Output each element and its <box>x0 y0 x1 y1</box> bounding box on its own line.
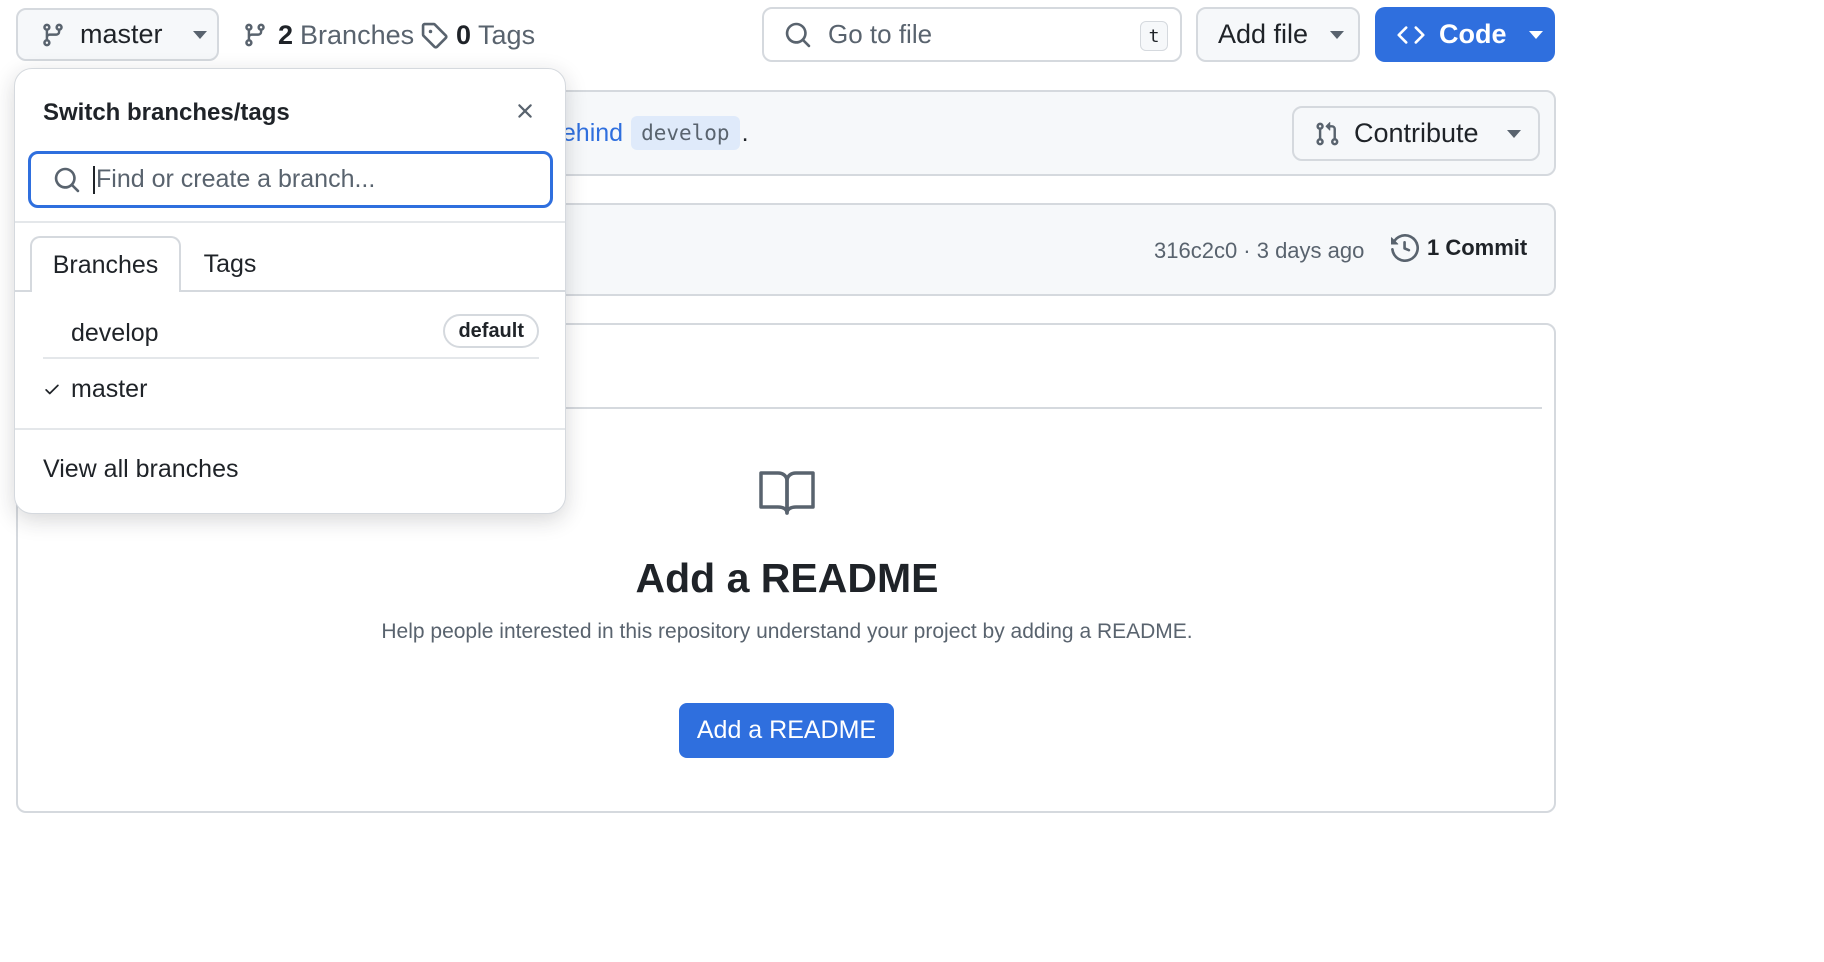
view-all-branches-link[interactable]: View all branches <box>43 455 238 484</box>
keyboard-shortcut-badge: t <box>1140 21 1168 51</box>
close-icon[interactable] <box>513 99 537 123</box>
tab-branches[interactable]: Branches <box>30 236 181 292</box>
tags-label: Tags <box>478 19 536 50</box>
code-button[interactable]: Code <box>1375 7 1555 62</box>
branches-count: 2 <box>278 19 294 50</box>
branch-filter-placeholder: Find or create a branch... <box>96 165 376 193</box>
code-label: Code <box>1439 19 1507 49</box>
book-icon <box>758 469 816 517</box>
compare-banner-text: behind develop . <box>548 116 749 150</box>
add-readme-button[interactable]: Add a README <box>679 703 894 758</box>
branch-list-item[interactable]: develop default <box>43 309 539 359</box>
branches-link[interactable]: 2 Branches <box>242 16 414 54</box>
git-branch-icon <box>242 22 268 48</box>
dropdown-divider <box>15 221 565 223</box>
code-icon <box>1397 21 1425 49</box>
tags-count: 0 <box>456 19 472 50</box>
history-icon <box>1391 234 1419 262</box>
chevron-down-icon <box>1506 129 1521 138</box>
contribute-label: Contribute <box>1354 118 1479 148</box>
branch-list-item[interactable]: master <box>43 364 539 414</box>
branch-switcher-dropdown: Switch branches/tags Find or create a br… <box>14 68 566 514</box>
add-file-label: Add file <box>1218 19 1309 49</box>
tab-tags-label: Tags <box>203 249 257 278</box>
branch-name: master <box>71 374 148 403</box>
branch-filter-input[interactable]: Find or create a branch... <box>28 151 553 208</box>
git-pull-request-icon <box>1314 121 1340 147</box>
banner-tail: . <box>741 118 749 147</box>
tab-branches-label: Branches <box>52 250 159 279</box>
current-branch-label: master <box>80 19 163 49</box>
dropdown-divider <box>15 428 565 430</box>
tab-tags[interactable]: Tags <box>190 236 270 292</box>
branch-select-button[interactable]: master <box>16 8 219 61</box>
tags-link[interactable]: 0 Tags <box>420 16 535 54</box>
readme-title: Add a README <box>635 555 939 601</box>
check-icon <box>43 380 71 398</box>
commit-history-link[interactable]: 1 Commit <box>1391 234 1527 262</box>
default-branch-badge: default <box>443 314 539 348</box>
go-to-file-placeholder: Go to file <box>828 19 933 49</box>
dropdown-title: Switch branches/tags <box>43 99 290 126</box>
add-file-button[interactable]: Add file <box>1196 7 1360 62</box>
chevron-down-icon <box>1330 30 1345 39</box>
text-cursor <box>93 165 95 194</box>
readme-description: Help people interested in this repositor… <box>381 620 1193 643</box>
branches-label: Branches <box>300 19 415 50</box>
contribute-button[interactable]: Contribute <box>1292 106 1540 161</box>
go-to-file-input[interactable]: Go to file t <box>762 7 1182 62</box>
branch-chip: develop <box>631 116 740 150</box>
branch-name: develop <box>71 318 159 347</box>
commit-sha-time[interactable]: 316c2c0 · 3 days ago <box>1154 238 1364 264</box>
search-icon <box>784 21 812 49</box>
search-icon <box>53 166 81 194</box>
chevron-down-icon <box>1528 30 1543 39</box>
chevron-down-icon <box>192 30 207 39</box>
tag-icon <box>420 21 448 49</box>
git-branch-icon <box>40 22 66 48</box>
commit-count-label: 1 Commit <box>1427 235 1528 260</box>
